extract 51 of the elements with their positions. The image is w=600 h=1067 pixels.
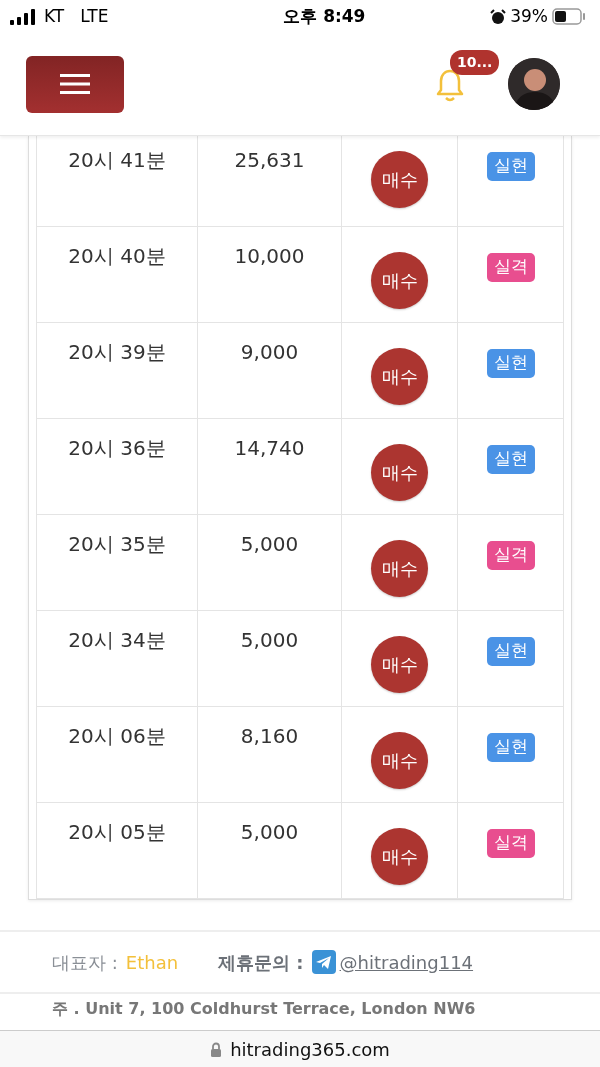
address-text: 주 . Unit 7, 100 Coldhurst Terrace, London NW6 [52, 999, 476, 1018]
result-badge: 실현 [486, 733, 535, 762]
amount-cell-text: 10,000 [234, 243, 305, 270]
partner-inquiry-label: 제휴문의 : [218, 950, 304, 975]
avatar[interactable] [508, 58, 560, 110]
amount-cell-text: 8,160 [240, 723, 299, 750]
time-cell-text: 20시 34분 [68, 627, 166, 654]
buy-button[interactable]: 매수 [371, 348, 428, 405]
amount-cell-text: 9,000 [240, 339, 299, 366]
telegram-link[interactable]: @hitrading114 [339, 948, 474, 976]
notification-badge: 10... [450, 50, 500, 75]
battery-percent: 39% [510, 4, 548, 28]
network-type: LTE [80, 4, 109, 28]
url-text: hitrading365.com [230, 1037, 390, 1062]
buy-button[interactable]: 매수 [371, 252, 428, 309]
buy-button[interactable]: 매수 [371, 828, 428, 885]
time-cell-text: 20시 06분 [68, 723, 166, 750]
result-badge: 실격 [486, 541, 535, 570]
alarm-icon [490, 8, 507, 25]
amount-cell-text: 14,740 [234, 435, 305, 462]
amount-cell-text: 25,631 [234, 147, 305, 174]
time-cell-text: 20시 41분 [68, 147, 166, 174]
time-cell-text: 20시 05분 [68, 819, 166, 846]
buy-button[interactable]: 매수 [371, 732, 428, 789]
amount-cell-text: 5,000 [240, 819, 299, 846]
representative-label: 대표자 : [52, 950, 118, 975]
result-badge: 실격 [486, 829, 535, 858]
menu-icon [60, 74, 90, 94]
signal-icon [10, 8, 36, 25]
result-badge: 실현 [486, 637, 535, 666]
buy-button[interactable]: 매수 [371, 151, 428, 208]
telegram-icon [311, 950, 336, 974]
status-time: 오후 8:49 [283, 4, 366, 28]
time-cell-text: 20시 39분 [68, 339, 166, 366]
result-badge: 실격 [486, 253, 535, 282]
buy-button[interactable]: 매수 [371, 540, 428, 597]
result-badge: 실현 [486, 349, 535, 378]
time-cell-text: 20시 36분 [68, 435, 166, 462]
buy-button[interactable]: 매수 [371, 444, 428, 501]
representative-name: Ethan [125, 950, 179, 975]
buy-button[interactable]: 매수 [371, 636, 428, 693]
amount-cell-text: 5,000 [240, 627, 299, 654]
battery-icon [552, 8, 586, 25]
time-cell-text: 20시 35분 [68, 531, 166, 558]
carrier-name: KT [44, 4, 65, 28]
result-badge: 실현 [486, 445, 535, 474]
result-badge: 실현 [486, 152, 535, 181]
menu-button[interactable] [26, 55, 124, 113]
time-cell-text: 20시 40분 [68, 243, 166, 270]
amount-cell-text: 5,000 [240, 531, 299, 558]
lock-icon [210, 1041, 223, 1057]
